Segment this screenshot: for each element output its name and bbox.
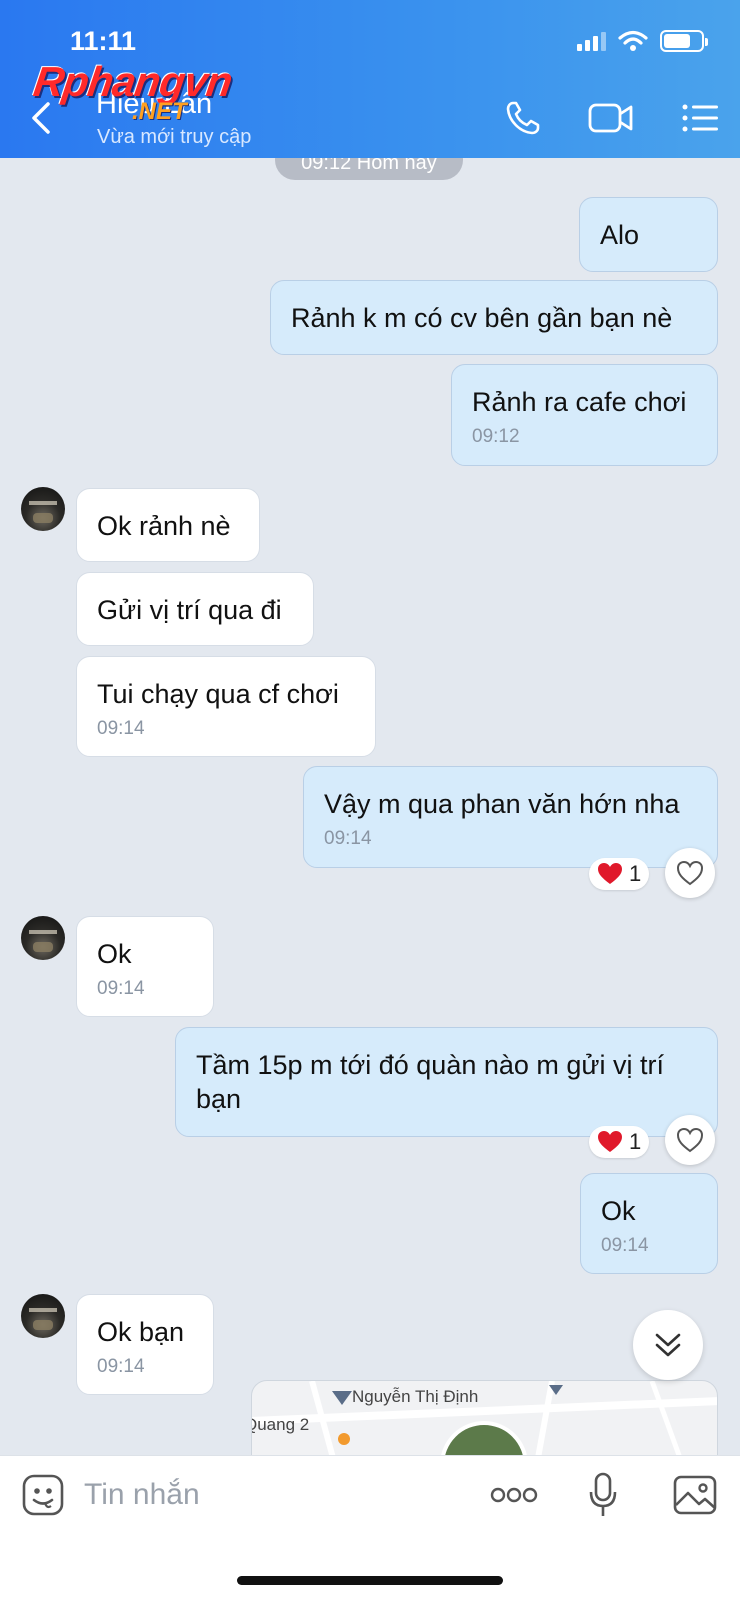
location-map-card[interactable]: Nguyễn Thị Định Quang 2 xyxy=(251,1380,718,1455)
avatar[interactable] xyxy=(21,1294,65,1338)
message-text: Ok xyxy=(601,1196,636,1226)
message-text: Ok xyxy=(97,939,132,969)
message-bubble[interactable]: Alo xyxy=(579,197,718,272)
message-bubble[interactable]: Ok 09:14 xyxy=(76,916,214,1017)
double-chevron-down-icon xyxy=(655,1333,681,1357)
message-bubble[interactable]: Ok bạn 09:14 xyxy=(76,1294,214,1395)
message-text: Alo xyxy=(600,220,640,250)
avatar[interactable] xyxy=(21,916,65,960)
heart-outline-icon xyxy=(676,1127,704,1153)
heart-outline-icon xyxy=(676,860,704,886)
message-bubble[interactable]: Vậy m qua phan văn hớn nha 09:14 xyxy=(303,766,718,868)
home-indicator xyxy=(237,1576,503,1585)
message-bubble[interactable]: Tui chạy qua cf chơi 09:14 xyxy=(76,656,376,757)
menu-icon[interactable] xyxy=(680,96,720,140)
map-image xyxy=(252,1381,717,1455)
message-text: Ok bạn xyxy=(97,1317,185,1347)
message-time: 09:14 xyxy=(97,718,145,739)
message-time: 09:14 xyxy=(97,978,145,999)
message-text: Vậy m qua phan văn hớn nha xyxy=(324,789,680,819)
status-icons xyxy=(577,28,708,54)
heart-icon xyxy=(598,1131,622,1152)
message-text: Rảnh k m có cv bên gần bạn nè xyxy=(291,303,673,333)
image-gallery-icon[interactable] xyxy=(672,1470,718,1520)
message-bubble[interactable]: Gửi vị trí qua đi xyxy=(76,572,314,646)
scroll-to-bottom-button[interactable] xyxy=(633,1310,703,1380)
reaction-badge[interactable]: 1 xyxy=(589,1126,650,1158)
message-time: 09:14 xyxy=(601,1235,649,1256)
message-bubble[interactable]: Rảnh k m có cv bên gần bạn nè xyxy=(270,280,718,355)
message-bubble[interactable]: Ok rảnh nè xyxy=(76,488,260,562)
chat-area[interactable]: 09:12 Hôm nay Alo Rảnh k m có cv bên gần… xyxy=(0,158,740,1455)
message-bubble[interactable]: Ok 09:14 xyxy=(580,1173,718,1274)
map-street-label: Nguyễn Thị Định xyxy=(352,1387,479,1406)
wifi-icon xyxy=(618,30,648,51)
message-time: 09:12 xyxy=(472,426,520,447)
reaction-count: 1 xyxy=(629,861,642,886)
reaction-badge[interactable]: 1 xyxy=(589,858,650,890)
message-bubble[interactable]: Rảnh ra cafe chơi 09:12 xyxy=(451,364,718,466)
heart-icon xyxy=(598,863,622,884)
like-button[interactable] xyxy=(665,1115,715,1165)
message-time: 09:14 xyxy=(97,1356,145,1377)
contact-status: Vừa mới truy cập xyxy=(97,126,252,148)
contact-name[interactable]: Hiếu Lân xyxy=(96,88,212,121)
map-street-label: Quang 2 xyxy=(252,1415,310,1434)
message-text: Ok rảnh nè xyxy=(97,511,231,541)
message-text: Tui chạy qua cf chơi xyxy=(97,679,339,709)
battery-icon xyxy=(660,30,708,52)
message-text: Gửi vị trí qua đi xyxy=(97,595,282,625)
message-time: 09:14 xyxy=(324,828,372,849)
message-text: Rảnh ra cafe chơi xyxy=(472,387,687,417)
cellular-signal-icon xyxy=(577,31,606,51)
chat-header: 11:11 Hiếu Lân Vừa mới truy cập Rphangvn… xyxy=(0,0,740,158)
phone-icon[interactable] xyxy=(502,96,544,140)
message-input[interactable]: Tin nhắn xyxy=(84,1478,200,1512)
more-icon[interactable] xyxy=(490,1470,538,1520)
like-button[interactable] xyxy=(665,848,715,898)
status-time: 11:11 xyxy=(70,26,137,56)
video-icon[interactable] xyxy=(587,96,635,140)
date-separator: 09:12 Hôm nay xyxy=(275,158,463,180)
back-icon[interactable] xyxy=(24,98,60,138)
sticker-icon[interactable] xyxy=(20,1470,66,1520)
avatar[interactable] xyxy=(21,487,65,531)
microphone-icon[interactable] xyxy=(585,1470,621,1520)
message-bubble[interactable]: Tầm 15p m tới đó quàn nào m gửi vị trí b… xyxy=(175,1027,718,1137)
message-text: Tầm 15p m tới đó quàn nào m gửi vị trí b… xyxy=(196,1050,664,1114)
reaction-count: 1 xyxy=(629,1129,642,1154)
